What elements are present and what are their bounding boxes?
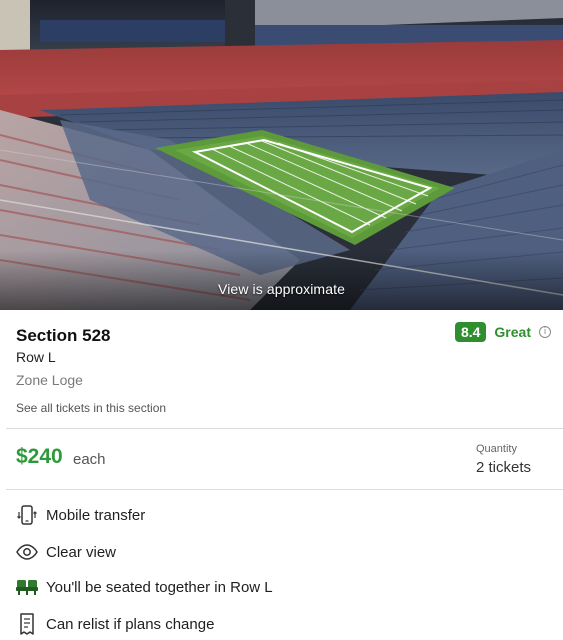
see-all-tickets-link[interactable]: See all tickets in this section	[16, 401, 166, 415]
feature-label: Mobile transfer	[46, 506, 146, 524]
stadium-illustration	[0, 0, 563, 310]
feature-label: Can relist if plans change	[46, 615, 215, 633]
price-unit: each	[73, 451, 106, 468]
seats-together-icon	[16, 576, 38, 598]
section-info: Section 528 Row L Zone Loge See all tick…	[0, 310, 563, 428]
feature-label: Clear view	[46, 543, 117, 561]
relist-ticket-icon	[16, 613, 38, 635]
divider	[6, 489, 563, 490]
feature-relist: Can relist if plans change	[16, 611, 214, 637]
eye-icon	[16, 541, 38, 563]
deal-score-badge: 8.4	[454, 322, 487, 342]
price-row: $240 each Quantity 2 tickets	[0, 429, 563, 489]
view-approximate-caption: View is approximate	[218, 281, 345, 297]
feature-mobile-transfer: Mobile transfer	[16, 502, 145, 528]
quantity-label: Quantity	[476, 443, 517, 455]
mobile-transfer-icon	[16, 504, 38, 526]
feature-label: You'll be seated together in Row L	[46, 578, 273, 596]
feature-seated-together: You'll be seated together in Row L	[16, 574, 273, 600]
info-icon[interactable]: i	[539, 326, 551, 338]
deal-rating-word: Great	[494, 324, 531, 340]
row-label: Row L	[16, 349, 56, 365]
stadium-view-image: View is approximate	[0, 0, 563, 310]
deal-rating: 8.4 Great i	[454, 322, 551, 342]
feature-clear-view: Clear view	[16, 539, 116, 565]
quantity-value[interactable]: 2 tickets	[476, 459, 531, 476]
section-title: Section 528	[16, 326, 111, 345]
zone-label: Zone Loge	[16, 372, 83, 388]
price-amount: $240	[16, 445, 63, 468]
